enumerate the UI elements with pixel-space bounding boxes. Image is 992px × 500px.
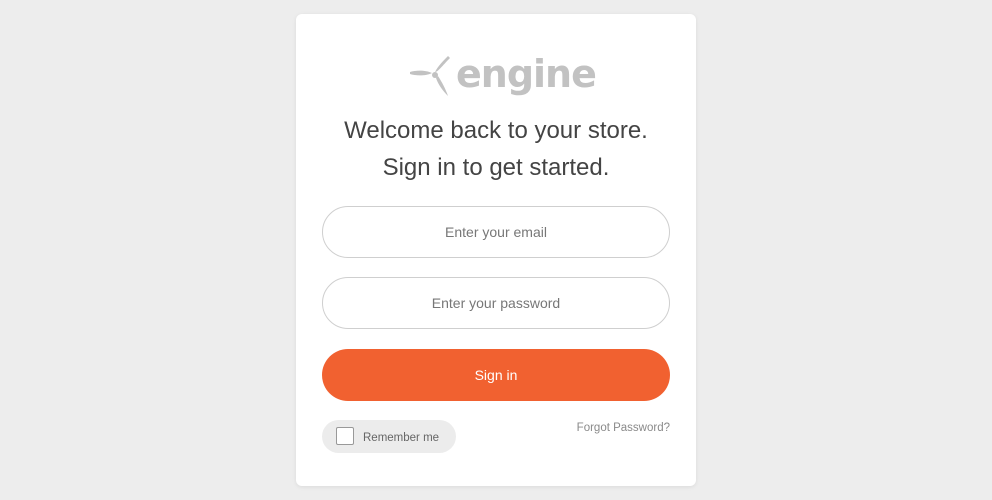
- forgot-password-link[interactable]: Forgot Password?: [577, 422, 670, 434]
- welcome-heading: Welcome back to your store.: [344, 117, 648, 144]
- engine-propeller-icon: [410, 56, 450, 96]
- remember-me-label: Remember me: [363, 432, 440, 444]
- sign-in-button[interactable]: Sign in: [322, 349, 670, 401]
- brand-wordmark: engine: [456, 52, 597, 96]
- password-input[interactable]: [322, 277, 670, 329]
- login-card: engine Welcome back to your store. Sign …: [296, 14, 696, 486]
- email-input[interactable]: [322, 206, 670, 258]
- signin-subheading: Sign in to get started.: [382, 154, 610, 181]
- remember-me-checkbox[interactable]: [336, 427, 354, 445]
- brand-logo: engine: [408, 52, 597, 100]
- remember-me-toggle[interactable]: Remember me: [322, 420, 456, 453]
